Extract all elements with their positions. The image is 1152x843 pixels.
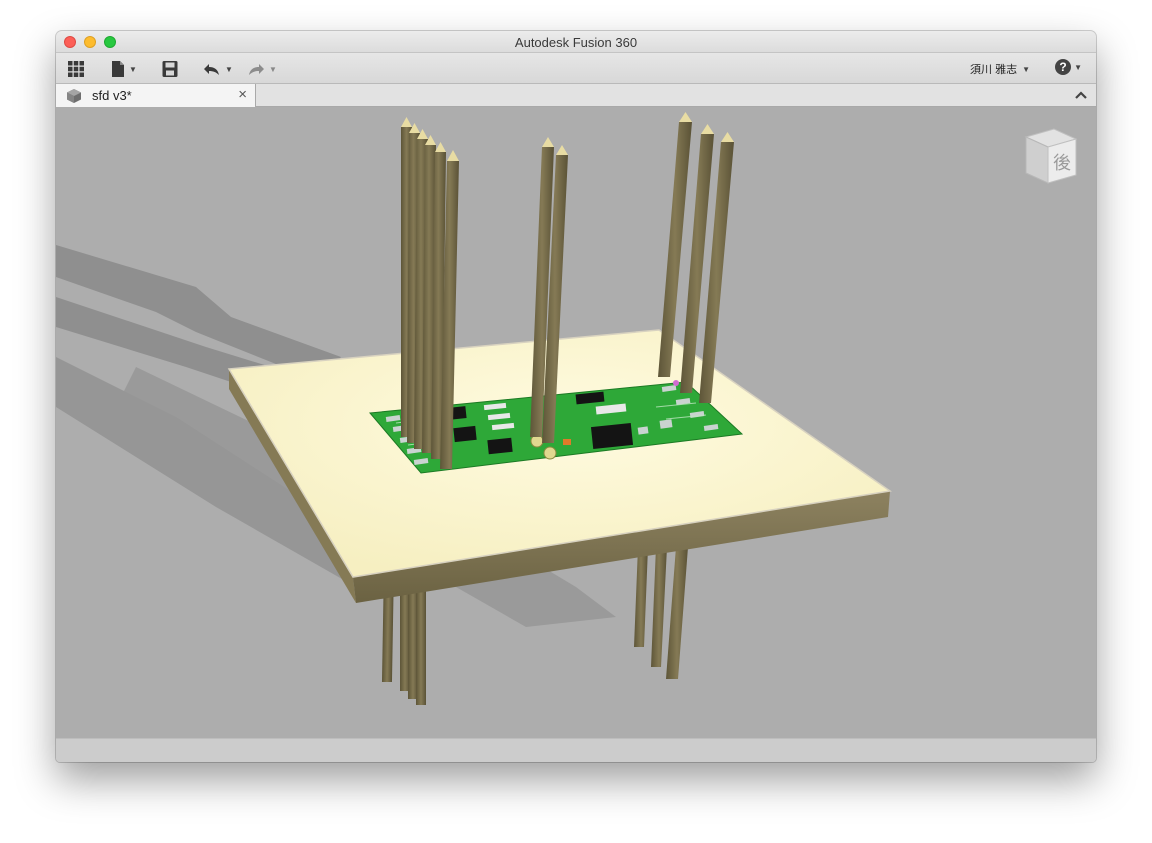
selection-marker: [673, 380, 679, 386]
3d-model-scene: [56, 112, 892, 705]
undo-button[interactable]: ▼: [202, 59, 233, 79]
file-icon: [112, 61, 124, 77]
undo-icon: [204, 64, 219, 75]
document-tab[interactable]: sfd v3* ×: [56, 84, 256, 107]
help-icon: ?: [1055, 59, 1072, 75]
redo-icon: [249, 64, 264, 75]
bottom-pins-right: [634, 547, 688, 679]
save-button[interactable]: [161, 59, 179, 79]
data-panel-button[interactable]: [66, 59, 86, 79]
grid-icon: [68, 61, 84, 77]
window-title: Autodesk Fusion 360: [514, 35, 638, 50]
chevron-down-icon: ▼: [1074, 62, 1082, 72]
help-menu-button[interactable]: ? ▼: [1055, 59, 1082, 75]
document-tab-bar: sfd v3* ×: [56, 84, 1096, 107]
toolbar: ▼ ▼ ▼ 須川 雅志 ▼ ? ▼: [56, 53, 1096, 84]
close-tab-icon[interactable]: ×: [238, 86, 247, 103]
3d-viewport[interactable]: 後: [56, 107, 1096, 738]
chevron-down-icon: ▼: [129, 64, 137, 74]
pin-header-left: [401, 117, 459, 469]
chevron-down-icon: ▼: [225, 64, 233, 74]
user-account-menu[interactable]: 須川 雅志 ▼: [970, 61, 1030, 77]
status-bar: [56, 738, 1096, 762]
view-cube[interactable]: 後: [1018, 125, 1082, 196]
design-cube-icon: [67, 89, 81, 103]
chevron-up-icon: [1075, 91, 1087, 99]
view-cube-face-label: 後: [1053, 153, 1071, 174]
title-bar: Autodesk Fusion 360: [56, 31, 1096, 53]
redo-button[interactable]: ▼: [246, 59, 277, 79]
file-menu-button[interactable]: ▼: [110, 59, 137, 79]
document-tab-label: sfd v3*: [92, 88, 132, 103]
user-name: 須川 雅志: [970, 64, 1018, 76]
app-window: Autodesk Fusion 360 ▼ ▼ ▼ 須川 雅志 ▼ ? ▼ sf…: [56, 31, 1096, 762]
save-icon: [162, 61, 178, 77]
chevron-down-icon: ▼: [1022, 64, 1030, 74]
chevron-down-icon: ▼: [269, 64, 277, 74]
collapse-toolbar-button[interactable]: [1074, 88, 1088, 106]
view-cube-icon: 後: [1024, 128, 1078, 184]
